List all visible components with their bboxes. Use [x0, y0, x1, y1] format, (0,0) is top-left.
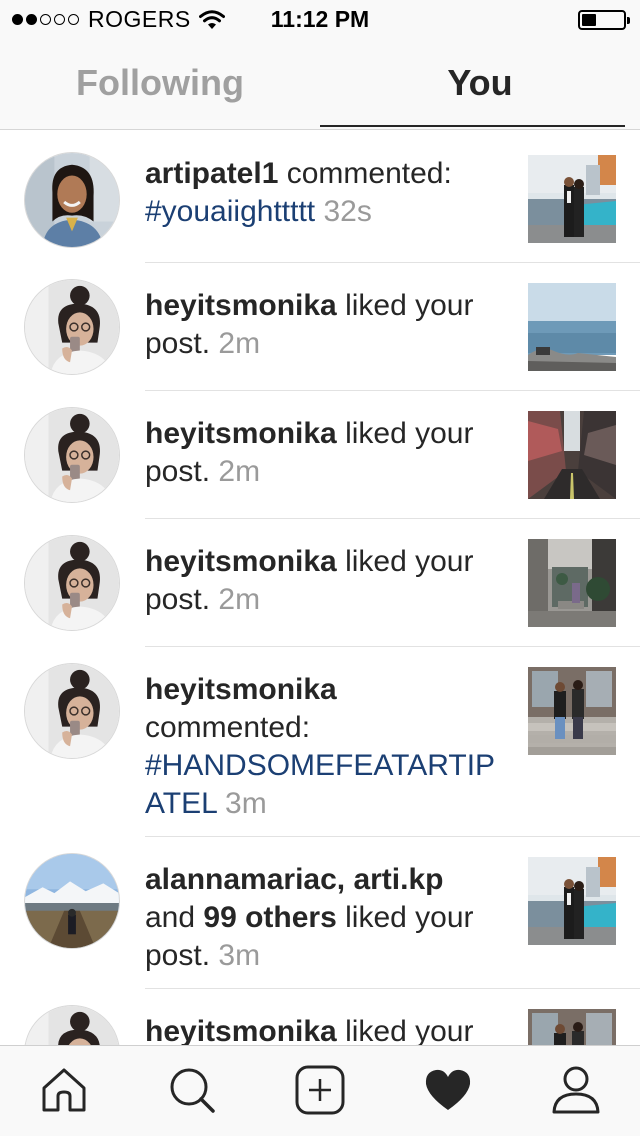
- post-thumbnail-couple-steps[interactable]: [528, 1009, 616, 1045]
- activity-feed[interactable]: artipatel1 commented: #youaiighttttt 32s: [0, 131, 640, 1045]
- timestamp: 2m: [218, 455, 261, 488]
- activity-item[interactable]: heyitsmonika liked your post. 2m: [0, 263, 640, 391]
- activity-item[interactable]: alannamariac, arti.kp and 99 others like…: [0, 837, 640, 989]
- activity-item[interactable]: heyitsmonika liked your: [0, 989, 640, 1045]
- activity-connector: and: [145, 901, 204, 934]
- user-avatar-artipatel1[interactable]: [24, 152, 120, 248]
- post-thumbnail-courtyard[interactable]: [528, 539, 616, 627]
- activity-item[interactable]: artipatel1 commented: #youaiighttttt 32s: [0, 131, 640, 263]
- activity-text: artipatel1 commented: #youaiighttttt 32s: [145, 155, 510, 231]
- status-time: 11:12 PM: [270, 6, 370, 32]
- username[interactable]: heyitsmonika: [145, 289, 337, 322]
- timestamp: 2m: [218, 583, 261, 616]
- activity-item[interactable]: heyitsmonika liked your post. 2m: [0, 519, 640, 647]
- activity-text: heyitsmonika commented: #HANDSOMEFEATART…: [145, 671, 510, 823]
- activity-text: alannamariac, arti.kp and 99 others like…: [145, 861, 510, 975]
- user-avatar-heyitsmonika[interactable]: [24, 663, 120, 759]
- tab-following[interactable]: Following: [0, 40, 320, 130]
- add-post-icon[interactable]: [294, 1064, 346, 1116]
- activity-tabs: Following You: [0, 40, 640, 130]
- post-thumbnail-couple-pool[interactable]: [528, 155, 616, 243]
- username[interactable]: heyitsmonika: [145, 673, 337, 706]
- user-avatar-alannamariac[interactable]: [24, 853, 120, 949]
- status-bar: ROGERS 11:12 PM: [0, 0, 640, 40]
- username[interactable]: heyitsmonika: [145, 417, 337, 450]
- user-avatar-heyitsmonika[interactable]: [24, 535, 120, 631]
- user-avatar-heyitsmonika[interactable]: [24, 407, 120, 503]
- post-thumbnail-couple-pool[interactable]: [528, 857, 616, 945]
- search-icon[interactable]: [166, 1064, 218, 1116]
- timestamp: 2m: [218, 327, 261, 360]
- tab-you[interactable]: You: [320, 40, 640, 130]
- others-count[interactable]: 99 others: [203, 901, 336, 934]
- home-icon[interactable]: [38, 1064, 90, 1116]
- username[interactable]: artipatel1: [145, 157, 278, 190]
- activity-item[interactable]: heyitsmonika commented: #HANDSOMEFEATART…: [0, 647, 640, 837]
- timestamp: 3m: [218, 939, 261, 972]
- timestamp: 3m: [225, 787, 267, 820]
- activity-text: heyitsmonika liked your: [145, 1013, 510, 1045]
- username[interactable]: heyitsmonika: [145, 545, 337, 578]
- post-thumbnail-couple-steps[interactable]: [528, 667, 616, 755]
- battery-level: [582, 14, 596, 26]
- username[interactable]: heyitsmonika: [145, 1015, 337, 1045]
- profile-icon[interactable]: [550, 1064, 602, 1116]
- hashtag-link[interactable]: #HANDSOMEFEATARTIPATEL: [145, 749, 495, 820]
- battery-icon: [578, 10, 630, 30]
- activity-text: heyitsmonika liked your post. 2m: [145, 543, 510, 619]
- post-thumbnail-graffiti-alley[interactable]: [528, 411, 616, 499]
- user-avatar-heyitsmonika[interactable]: [24, 279, 120, 375]
- active-tab-indicator: [320, 125, 625, 127]
- heart-icon[interactable]: [422, 1064, 474, 1116]
- activity-text: heyitsmonika liked your post. 2m: [145, 287, 510, 363]
- hashtag-link[interactable]: #youaiighttttt: [145, 195, 315, 228]
- activity-text: heyitsmonika liked your post. 2m: [145, 415, 510, 491]
- user-avatar-heyitsmonika[interactable]: [24, 1005, 120, 1045]
- bottom-nav: [0, 1045, 640, 1136]
- timestamp: 32s: [323, 195, 372, 228]
- activity-action: commented:: [278, 157, 452, 190]
- activity-item[interactable]: heyitsmonika liked your post. 2m: [0, 391, 640, 519]
- activity-action: liked your: [336, 1015, 474, 1045]
- post-thumbnail-lake[interactable]: [528, 283, 616, 371]
- activity-action: commented:: [145, 711, 311, 744]
- username[interactable]: alannamariac, arti.kp: [145, 863, 443, 896]
